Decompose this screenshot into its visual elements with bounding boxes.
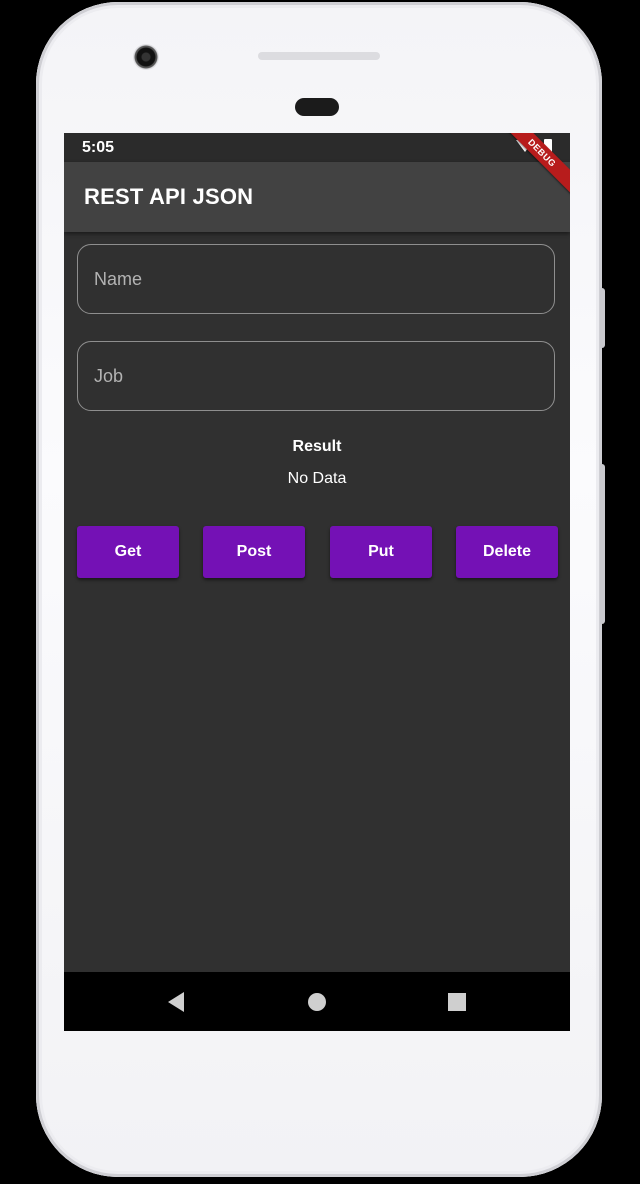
job-input[interactable]	[92, 342, 536, 411]
volume-button	[600, 288, 605, 348]
job-field[interactable]	[77, 341, 555, 411]
status-time: 5:05	[82, 139, 115, 156]
result-value: No Data	[287, 470, 347, 487]
navigation-bar	[64, 972, 570, 1031]
recents-icon[interactable]	[448, 993, 466, 1011]
app-screen: 5:05 REST API JSON DEBUG Result No Data …	[64, 133, 570, 1031]
power-button	[600, 464, 605, 624]
front-camera	[133, 44, 159, 70]
get-button[interactable]: Get	[77, 526, 179, 578]
back-icon[interactable]	[168, 992, 184, 1012]
name-input[interactable]	[92, 245, 536, 314]
earpiece-speaker	[258, 52, 380, 60]
post-button[interactable]: Post	[203, 526, 305, 578]
name-field[interactable]	[77, 244, 555, 314]
put-button[interactable]: Put	[330, 526, 432, 578]
status-bar: 5:05	[64, 133, 570, 162]
app-bar: REST API JSON	[64, 162, 570, 232]
result-title: Result	[292, 438, 342, 455]
app-title: REST API JSON	[84, 184, 254, 209]
proximity-sensor	[295, 98, 339, 116]
home-icon[interactable]	[308, 993, 326, 1011]
delete-button[interactable]: Delete	[456, 526, 558, 578]
